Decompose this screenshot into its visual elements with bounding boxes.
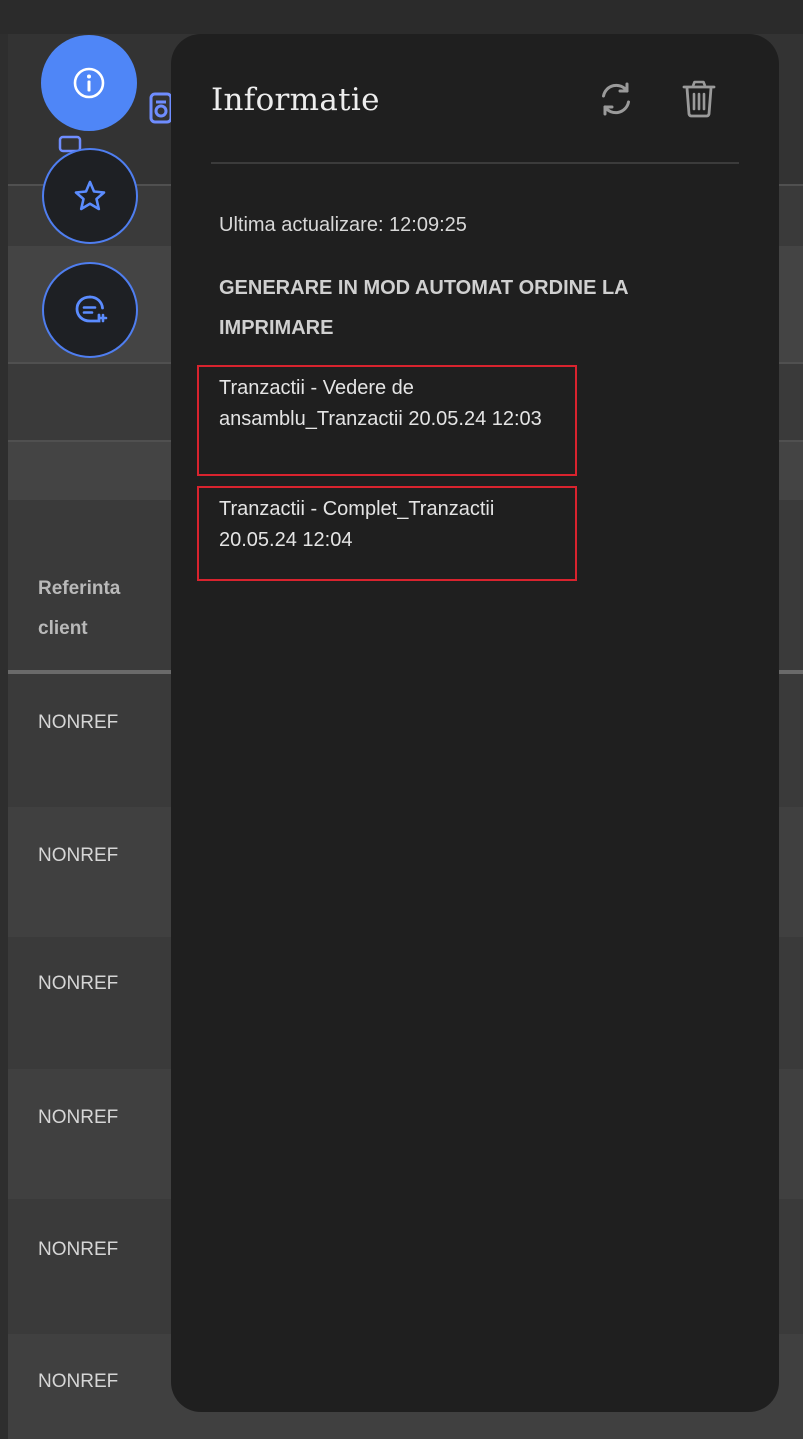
refresh-button[interactable]: [595, 78, 637, 120]
section-heading: GENERARE IN MOD AUTOMAT ORDINE LA IMPRIM…: [219, 277, 628, 339]
info-button[interactable]: [41, 35, 137, 131]
delete-button[interactable]: [678, 78, 720, 120]
panel-title: Informatie: [211, 82, 380, 118]
table-cell-reference: NONREF: [38, 845, 119, 866]
table-cell-reference: NONREF: [38, 1371, 119, 1392]
refresh-icon: [602, 82, 630, 116]
trash-icon: [682, 80, 716, 118]
add-comment-button[interactable]: [42, 262, 138, 358]
table-cell-reference: NONREF: [38, 1239, 119, 1260]
chat-add-icon: [75, 295, 108, 323]
table-cell-reference: NONREF: [38, 712, 119, 733]
star-icon: [74, 180, 106, 211]
column-header-referinta-client[interactable]: Referinta client: [38, 569, 158, 649]
table-cell-reference: NONREF: [38, 973, 119, 994]
table-cell-reference: NONREF: [38, 1107, 119, 1128]
generated-document-item[interactable]: Tranzactii - Vedere de ansamblu_Tranzact…: [197, 365, 577, 476]
favorites-button[interactable]: [42, 148, 138, 244]
info-icon: [73, 67, 105, 99]
last-update-text: Ultima actualizare: 12:09:25: [219, 214, 467, 236]
top-bar: [0, 0, 803, 34]
panel-divider: [211, 162, 739, 164]
information-panel: Informatie Ultima actualizare: 12:09:25 …: [171, 34, 779, 1412]
generated-document-item[interactable]: Tranzactii - Complet_Tranzactii 20.05.24…: [197, 486, 577, 581]
